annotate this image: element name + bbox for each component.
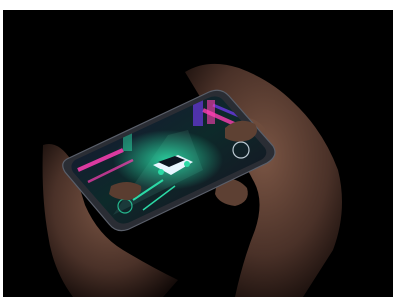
photo-frame bbox=[3, 10, 393, 297]
photo-scene bbox=[42, 63, 342, 297]
